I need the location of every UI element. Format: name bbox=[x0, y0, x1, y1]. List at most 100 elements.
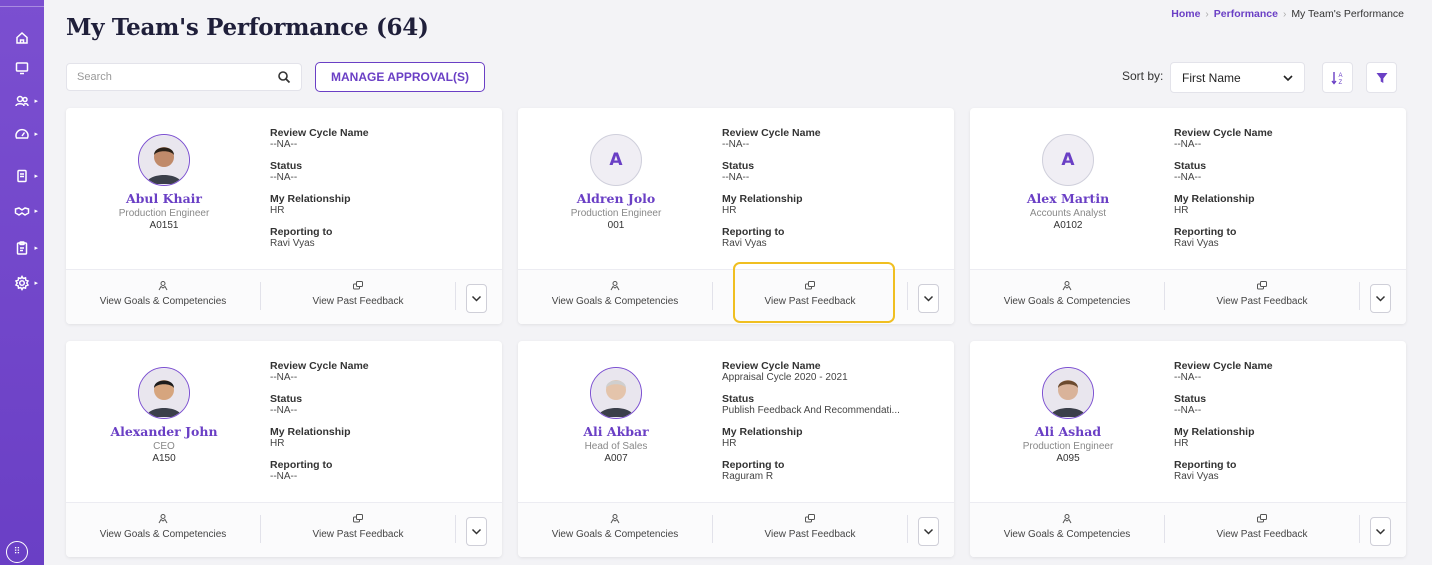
view-goals-label: View Goals & Competencies bbox=[551, 529, 679, 540]
footer-divider bbox=[712, 515, 713, 543]
expand-card-button[interactable] bbox=[1370, 517, 1391, 546]
search-input[interactable] bbox=[67, 64, 267, 90]
avatar-initial: A bbox=[609, 150, 623, 170]
employee-avatar[interactable] bbox=[590, 367, 642, 419]
sidebar-item-home[interactable] bbox=[0, 26, 44, 50]
view-goals-button[interactable]: View Goals & Competencies bbox=[68, 513, 258, 547]
view-feedback-button[interactable]: View Past Feedback bbox=[263, 513, 453, 547]
expand-card-button[interactable] bbox=[466, 284, 487, 313]
employee-name[interactable]: Ali Akbar bbox=[518, 424, 714, 439]
employee-profile: A Alex Martin Accounts Analyst A0102 bbox=[970, 134, 1166, 231]
footer-divider bbox=[260, 515, 261, 543]
expand-card-button[interactable] bbox=[918, 517, 939, 546]
expand-card-button[interactable] bbox=[918, 284, 939, 313]
reporting-value: Ravi Vyas bbox=[1174, 471, 1219, 482]
employee-card: A Alex Martin Accounts Analyst A0102 Rev… bbox=[970, 108, 1406, 324]
employee-avatar[interactable]: A bbox=[590, 134, 642, 186]
expand-card-button[interactable] bbox=[466, 517, 487, 546]
search-icon[interactable] bbox=[277, 70, 291, 84]
employee-avatar[interactable] bbox=[138, 367, 190, 419]
employee-avatar[interactable] bbox=[138, 134, 190, 186]
footer-divider bbox=[1359, 515, 1360, 543]
sidebar-item-teams[interactable]: ▸ bbox=[0, 199, 44, 223]
caret-right-icon: ▸ bbox=[34, 130, 38, 138]
sidebar-item-people[interactable]: ▸ bbox=[0, 89, 44, 113]
card-body: A Alex Martin Accounts Analyst A0102 Rev… bbox=[970, 108, 1406, 269]
search-box bbox=[66, 63, 302, 91]
status-label: Status bbox=[1174, 393, 1207, 405]
view-goals-button[interactable]: View Goals & Competencies bbox=[972, 513, 1162, 547]
breadcrumb: Home › Performance › My Team's Performan… bbox=[1171, 8, 1404, 20]
employee-card: Ali Ashad Production Engineer A095 Revie… bbox=[970, 341, 1406, 557]
relationship-label: My Relationship bbox=[1174, 426, 1255, 438]
sidebar-item-monitor[interactable] bbox=[0, 56, 44, 80]
employee-card: Alexander John CEO A150 Review Cycle Nam… bbox=[66, 341, 502, 557]
sidebar-item-clipboard[interactable]: ▸ bbox=[0, 236, 44, 260]
status-value: --NA-- bbox=[1174, 172, 1202, 183]
reporting-value: Raguram R bbox=[722, 471, 774, 482]
employee-profile: A Aldren Jolo Production Engineer 001 bbox=[518, 134, 714, 231]
view-feedback-button[interactable]: View Past Feedback bbox=[715, 513, 905, 547]
review-cycle-label: Review Cycle Name bbox=[722, 360, 821, 372]
sort-select[interactable]: First Name bbox=[1170, 62, 1305, 93]
employee-name[interactable]: Alex Martin bbox=[970, 191, 1166, 206]
filter-button[interactable] bbox=[1366, 62, 1397, 93]
view-feedback-button[interactable]: View Past Feedback bbox=[1167, 280, 1357, 314]
employee-avatar[interactable] bbox=[1042, 367, 1094, 419]
employee-profile: Ali Ashad Production Engineer A095 bbox=[970, 367, 1166, 464]
card-footer: View Goals & Competencies View Past Feed… bbox=[66, 502, 502, 557]
expand-card-button[interactable] bbox=[1370, 284, 1391, 313]
card-body: Ali Akbar Head of Sales A007 Review Cycl… bbox=[518, 341, 954, 502]
caret-right-icon: ▸ bbox=[34, 172, 38, 180]
view-goals-button[interactable]: View Goals & Competencies bbox=[68, 280, 258, 314]
card-footer: View Goals & Competencies View Past Feed… bbox=[518, 269, 954, 324]
employee-card: A Aldren Jolo Production Engineer 001 Re… bbox=[518, 108, 954, 324]
view-feedback-button[interactable]: View Past Feedback bbox=[715, 280, 905, 314]
feedback-icon bbox=[1257, 514, 1267, 523]
footer-divider bbox=[907, 515, 908, 543]
handshake-icon bbox=[14, 207, 30, 216]
employee-name[interactable]: Abul Khair bbox=[66, 191, 262, 206]
caret-right-icon: ▸ bbox=[34, 279, 38, 287]
employee-avatar[interactable]: A bbox=[1042, 134, 1094, 186]
sort-az-icon: AZ bbox=[1330, 71, 1342, 86]
apps-grid-button[interactable]: ⠿ bbox=[6, 541, 28, 563]
review-cycle-label: Review Cycle Name bbox=[270, 360, 369, 372]
manage-approvals-button[interactable]: MANAGE APPROVAL(S) bbox=[315, 62, 485, 92]
sort-order-button[interactable]: AZ bbox=[1322, 62, 1353, 93]
view-feedback-label: View Past Feedback bbox=[764, 529, 856, 540]
reporting-value: --NA-- bbox=[270, 471, 298, 482]
employee-details: Review Cycle Name Appraisal Cycle 2020 -… bbox=[722, 360, 952, 492]
gear-icon bbox=[14, 275, 30, 291]
breadcrumb-performance[interactable]: Performance bbox=[1214, 8, 1278, 20]
view-goals-button[interactable]: View Goals & Competencies bbox=[972, 280, 1162, 314]
clipboard-icon bbox=[16, 241, 28, 255]
employee-name[interactable]: Ali Ashad bbox=[970, 424, 1166, 439]
chevron-down-icon bbox=[471, 528, 482, 535]
page-title: My Team's Performance (64) bbox=[66, 14, 429, 41]
view-feedback-button[interactable]: View Past Feedback bbox=[263, 280, 453, 314]
goals-icon bbox=[610, 281, 620, 291]
breadcrumb-home[interactable]: Home bbox=[1171, 8, 1200, 20]
reporting-value: Ravi Vyas bbox=[1174, 238, 1219, 249]
view-feedback-label: View Past Feedback bbox=[312, 296, 404, 307]
employee-name[interactable]: Aldren Jolo bbox=[518, 191, 714, 206]
chevron-down-icon bbox=[1283, 75, 1293, 82]
employee-role: Accounts Analyst bbox=[1029, 208, 1107, 219]
view-goals-button[interactable]: View Goals & Competencies bbox=[520, 513, 710, 547]
person-photo-icon bbox=[140, 136, 188, 184]
view-goals-button[interactable]: View Goals & Competencies bbox=[520, 280, 710, 314]
view-feedback-button[interactable]: View Past Feedback bbox=[1167, 513, 1357, 547]
sidebar-item-documents[interactable]: ▸ bbox=[0, 164, 44, 188]
breadcrumb-current: My Team's Performance bbox=[1291, 8, 1404, 20]
status-value: --NA-- bbox=[722, 172, 750, 183]
sidebar-item-settings[interactable]: ▸ bbox=[0, 271, 44, 295]
reporting-value: Ravi Vyas bbox=[722, 238, 767, 249]
employee-profile: Alexander John CEO A150 bbox=[66, 367, 262, 464]
sidebar-item-performance[interactable]: ▸ bbox=[0, 122, 44, 146]
employee-card: Ali Akbar Head of Sales A007 Review Cycl… bbox=[518, 341, 954, 557]
chevron-down-icon bbox=[1375, 295, 1386, 302]
reporting-label: Reporting to bbox=[270, 459, 333, 471]
review-cycle-value: --NA-- bbox=[1174, 372, 1202, 383]
employee-name[interactable]: Alexander John bbox=[66, 424, 262, 439]
